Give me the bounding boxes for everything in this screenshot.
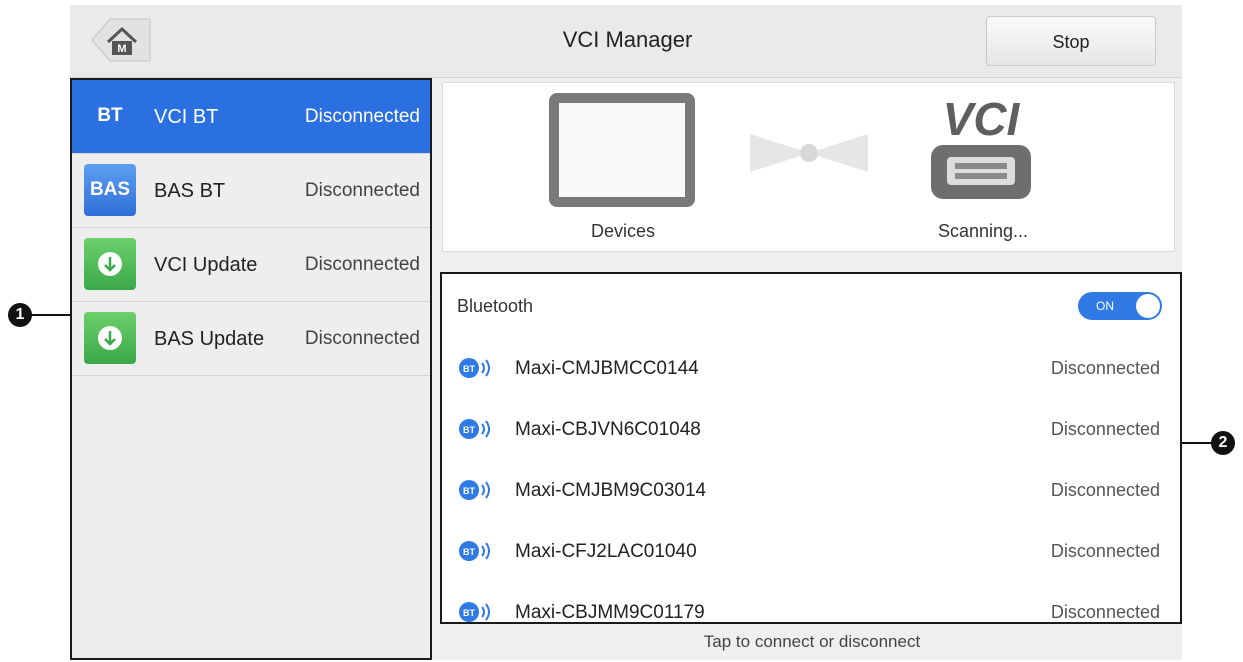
sidebar-item-bas-bt[interactable]: BAS BAS BT Disconnected [72, 154, 430, 228]
device-name: Maxi-CBJMM9C01179 [515, 602, 705, 623]
page-title: VCI Manager [562, 27, 693, 52]
sidebar: BT VCI BT Disconnected BAS BAS BT Discon… [70, 78, 432, 660]
callout-1-badge: 1 [8, 303, 32, 327]
bluetooth-device-icon: BT [459, 480, 490, 500]
svg-text:BT: BT [463, 547, 475, 557]
device-status: Disconnected [1050, 541, 1160, 561]
device-row[interactable]: BT Maxi-CFJ2LAC01040 Disconnected [442, 521, 1180, 583]
device-row[interactable]: BT Maxi-CMJBM9C03014 Disconnected [442, 460, 1180, 522]
sidebar-item-status: Disconnected [304, 328, 420, 349]
sidebar-item-label: VCI Update [154, 254, 258, 276]
bluetooth-device-list: Bluetooth ON BT Maxi-CMJBMCC0144 Disconn… [440, 272, 1182, 624]
vci-device-icon: VCI [931, 93, 1031, 199]
bluetooth-device-icon: BT [459, 602, 490, 622]
bluetooth-label: Bluetooth [457, 296, 534, 316]
callout-1-line [30, 314, 70, 316]
download-icon [84, 238, 136, 290]
callout-2-line [1182, 442, 1212, 444]
toggle-label: ON [1096, 299, 1114, 313]
svg-text:BT: BT [463, 486, 475, 496]
scanning-label: Scanning... [937, 221, 1029, 241]
home-icon: M [91, 18, 151, 62]
device-name: Maxi-CBJVN6C01048 [515, 419, 701, 440]
toggle-knob [1136, 294, 1160, 318]
home-button[interactable]: M [84, 15, 154, 65]
device-status: Disconnected [1050, 358, 1160, 378]
bluetooth-signal-icon [750, 134, 868, 172]
sidebar-item-status: Disconnected [304, 180, 420, 201]
bluetooth-device-icon: BT [459, 419, 490, 439]
sidebar-item-status: Disconnected [304, 106, 420, 127]
device-name: Maxi-CMJBMCC0144 [515, 358, 699, 379]
device-status: Disconnected [1050, 602, 1160, 622]
bas-icon: BAS [84, 164, 136, 216]
device-status: Disconnected [1050, 419, 1160, 439]
device-status: Disconnected [1050, 480, 1160, 500]
svg-text:BT: BT [463, 608, 475, 618]
svg-text:M: M [117, 43, 126, 55]
bluetooth-device-icon: BT [459, 358, 490, 378]
tablet-device-icon [549, 93, 695, 207]
callout-2-badge: 2 [1211, 431, 1235, 455]
sidebar-item-label: VCI BT [154, 106, 219, 128]
device-row[interactable]: BT Maxi-CBJMM9C01179 Disconnected [442, 582, 1180, 623]
device-name: Maxi-CMJBM9C03014 [515, 480, 707, 501]
bluetooth-row: Bluetooth ON [442, 274, 1180, 339]
download-icon [84, 312, 136, 364]
connection-diagram: VCI Devices Scanning... [442, 82, 1175, 252]
sidebar-item-bas-update[interactable]: BAS Update Disconnected [72, 302, 430, 376]
sidebar-item-vci-bt[interactable]: BT VCI BT Disconnected [72, 80, 430, 154]
sidebar-item-status: Disconnected [304, 254, 420, 275]
sidebar-item-vci-update[interactable]: VCI Update Disconnected [72, 228, 430, 302]
devices-label: Devices [590, 221, 656, 241]
stop-button[interactable]: Stop [986, 16, 1156, 66]
vci-logo-text: VCI [943, 93, 1021, 145]
device-row[interactable]: BT Maxi-CBJVN6C01048 Disconnected [442, 399, 1180, 461]
device-name: Maxi-CFJ2LAC01040 [515, 541, 697, 562]
sidebar-item-label: BAS BT [154, 180, 226, 202]
svg-text:BT: BT [463, 364, 475, 374]
bluetooth-device-icon: BT [459, 541, 490, 561]
bluetooth-toggle[interactable]: ON [1078, 292, 1162, 320]
sidebar-item-label: BAS Update [154, 328, 265, 350]
bt-icon: BT [97, 105, 123, 126]
device-row[interactable]: BT Maxi-CMJBMCC0144 Disconnected [442, 338, 1180, 400]
footer-hint: Tap to connect or disconnect [703, 632, 921, 651]
svg-text:BT: BT [463, 425, 475, 435]
